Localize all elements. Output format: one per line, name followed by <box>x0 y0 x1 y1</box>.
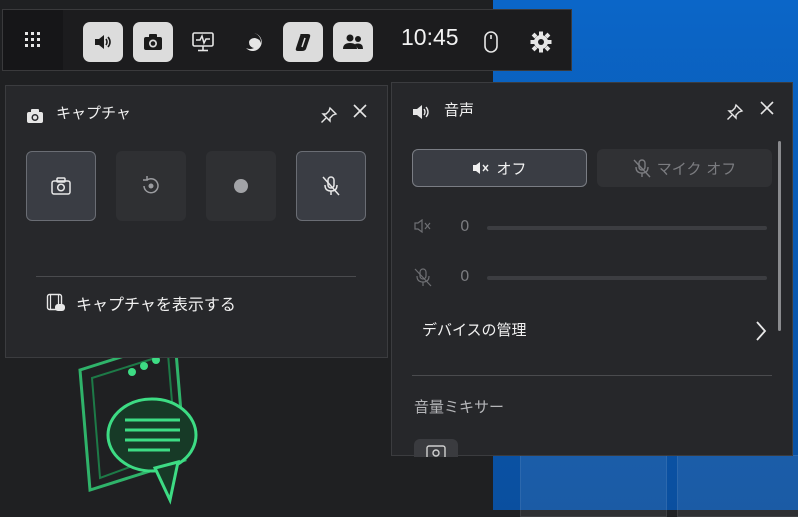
show-captures-link[interactable]: キャプチャを表示する <box>46 291 236 315</box>
output-volume-row: 0 <box>412 215 767 239</box>
widget-menu-icon <box>25 32 40 47</box>
mic-volume-value: 0 <box>460 267 470 285</box>
audio-title-icon <box>413 105 429 119</box>
game-art-illustration <box>78 350 198 505</box>
system-sounds-app-icon <box>414 439 458 457</box>
mute-all-label: オフ <box>496 159 527 178</box>
widget-menu-button[interactable] <box>3 10 63 70</box>
mic-volume-row: 0 <box>412 265 767 289</box>
mic-off-icon <box>414 268 432 287</box>
audio-widget-icon <box>95 35 111 49</box>
screenshot-icon <box>51 177 71 195</box>
record-last-button[interactable] <box>116 151 186 221</box>
close-icon[interactable] <box>760 101 774 115</box>
capture-title-icon <box>27 109 43 123</box>
pin-icon[interactable] <box>726 103 744 121</box>
copilot-icon <box>295 34 311 51</box>
edge-icon <box>246 33 262 51</box>
mic-toggle-button[interactable] <box>296 151 366 221</box>
audio-title: 音声 <box>444 101 475 119</box>
volume-mixer-label: 音量ミキサー <box>414 398 505 416</box>
settings-button[interactable] <box>521 22 561 62</box>
wallpaper-pane <box>520 455 667 517</box>
manage-devices-label: デバイスの管理 <box>422 321 527 339</box>
settings-icon <box>530 31 552 53</box>
manage-devices-link[interactable]: デバイスの管理 <box>422 319 767 343</box>
mouse-button[interactable] <box>471 22 511 62</box>
capture-widget-button[interactable] <box>133 22 173 62</box>
record-button[interactable] <box>206 151 276 221</box>
mic-volume-slider[interactable] <box>487 276 767 280</box>
wallpaper-pane <box>677 455 798 517</box>
capture-title: キャプチャ <box>56 104 131 122</box>
performance-widget-button[interactable] <box>183 22 223 62</box>
mute-all-button[interactable]: オフ <box>412 149 587 187</box>
capture-widget-icon <box>144 34 162 50</box>
output-volume-value: 0 <box>460 217 470 235</box>
mic-off-icon <box>322 176 340 196</box>
show-captures-label: キャプチャを表示する <box>76 295 236 314</box>
performance-widget-icon <box>192 32 214 52</box>
output-volume-slider[interactable] <box>487 226 767 230</box>
mic-off-icon <box>633 159 651 178</box>
pin-icon[interactable] <box>320 106 338 124</box>
clock-time: 10:45 <box>401 24 459 50</box>
mouse-icon <box>484 31 498 53</box>
audio-divider <box>412 375 772 376</box>
game-bar-toolbar: 10:45 <box>2 9 572 71</box>
xbox-social-button[interactable] <box>333 22 373 62</box>
capture-widget: キャプチャ キャプチャを表示する <box>5 85 388 358</box>
xbox-social-icon <box>343 34 363 49</box>
copilot-button[interactable] <box>283 22 323 62</box>
close-icon[interactable] <box>353 104 367 118</box>
edge-button[interactable] <box>233 22 273 62</box>
chevron-right-icon <box>756 321 767 341</box>
audio-widget-button[interactable] <box>83 22 123 62</box>
gallery-icon <box>46 293 65 311</box>
audio-widget: 音声 オフ マイク オフ 0 0 デバイスの管理 音量ミキサー <box>391 82 793 457</box>
capture-divider <box>36 276 356 277</box>
mic-mute-button[interactable]: マイク オフ <box>597 149 772 187</box>
screenshot-button[interactable] <box>26 151 96 221</box>
record-last-icon <box>143 176 159 194</box>
speaker-mute-icon <box>414 219 431 233</box>
record-icon <box>234 179 248 193</box>
app-icon <box>426 445 446 457</box>
mic-mute-label: マイク オフ <box>656 159 737 178</box>
audio-scrollbar[interactable] <box>778 141 781 331</box>
speaker-mute-icon <box>473 162 490 174</box>
